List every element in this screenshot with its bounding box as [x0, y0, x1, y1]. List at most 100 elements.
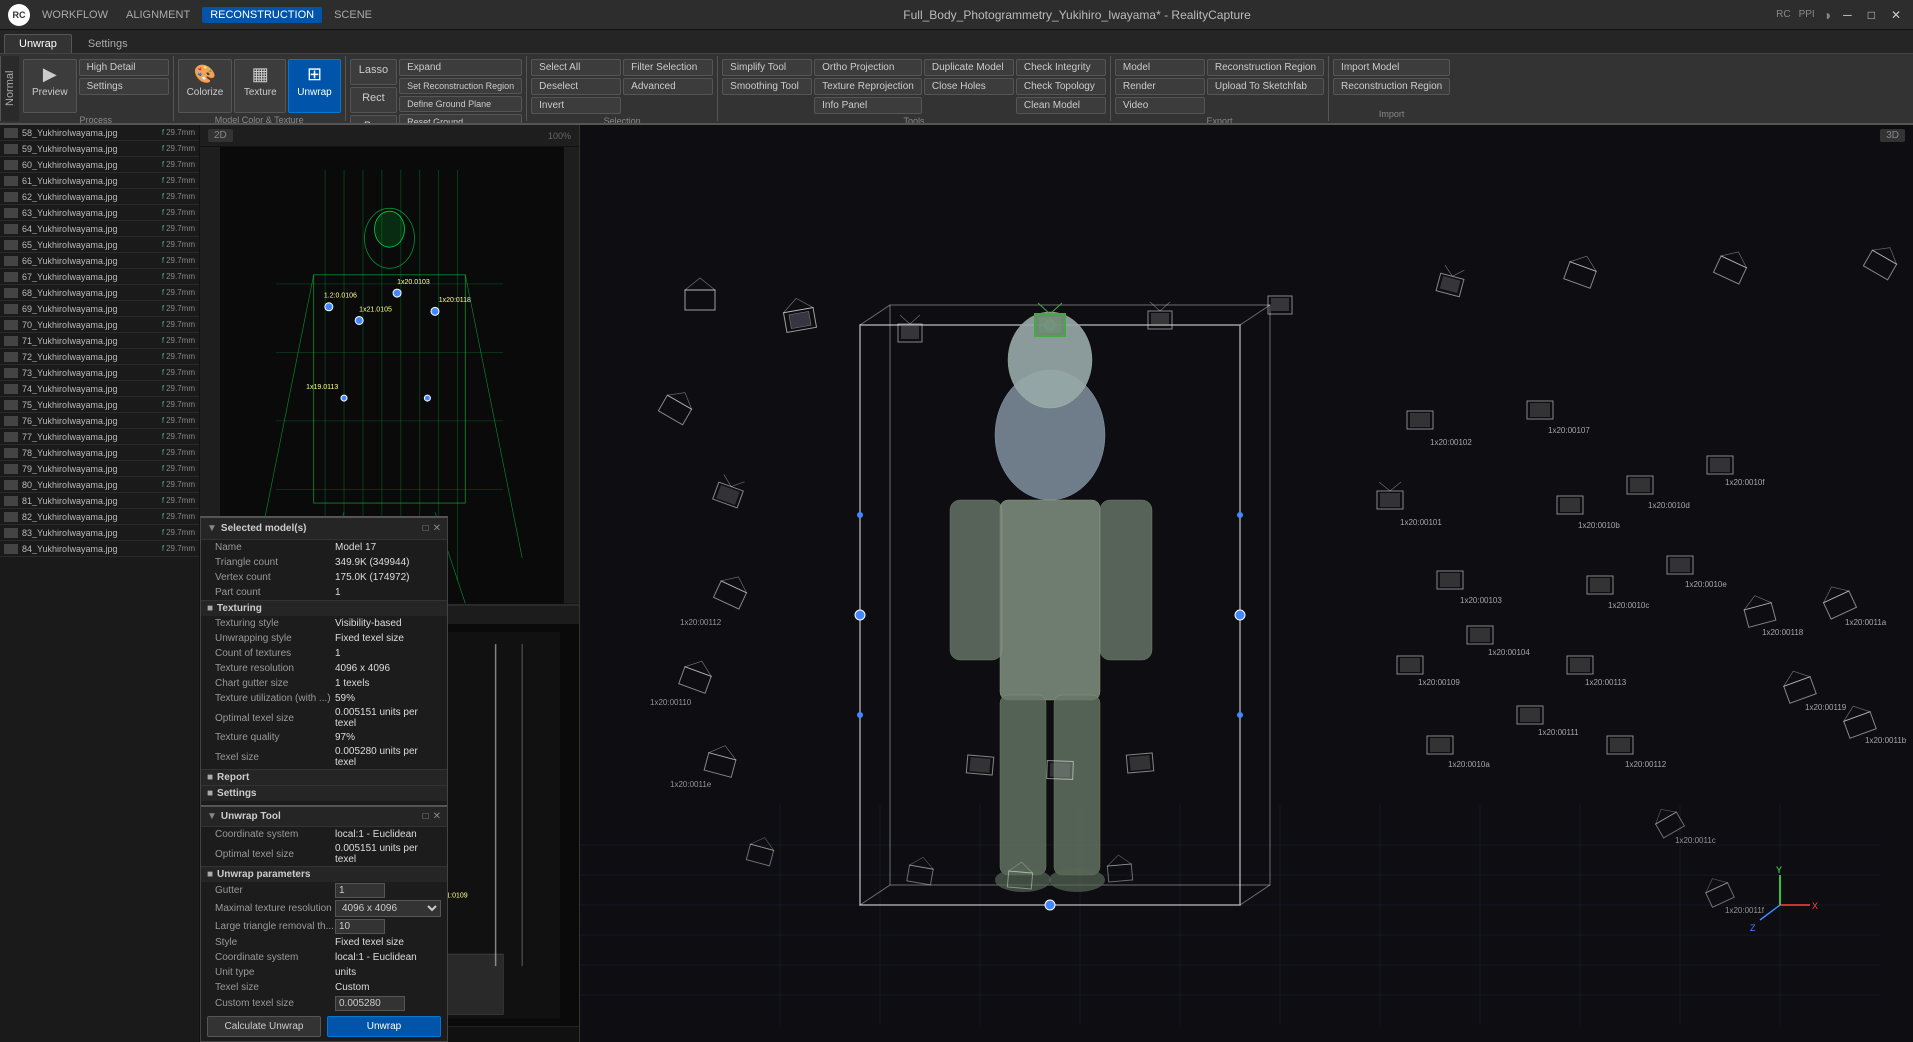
image-list-item[interactable]: 71_YukhiroIwayama.jpg f 29.7mm [0, 333, 199, 349]
expand-button[interactable]: Expand [399, 59, 522, 76]
advanced-button[interactable]: Advanced [623, 78, 713, 95]
menu-reconstruction[interactable]: RECONSTRUCTION [202, 7, 322, 23]
menu-scene[interactable]: SCENE [328, 7, 378, 23]
image-list-item[interactable]: 69_YukhiroIwayama.jpg f 29.7mm [0, 301, 199, 317]
image-list-item[interactable]: 79_YukhiroIwayama.jpg f 29.7mm [0, 461, 199, 477]
calculate-unwrap-button[interactable]: Calculate Unwrap [207, 1016, 321, 1037]
deselect-button[interactable]: Deselect [531, 78, 621, 95]
image-list-item[interactable]: 65_YukhiroIwayama.jpg f 29.7mm [0, 237, 199, 253]
image-list-item[interactable]: 68_YukhiroIwayama.jpg f 29.7mm [0, 285, 199, 301]
settings-button[interactable]: Settings [79, 78, 169, 95]
svg-text:1x20:00109: 1x20:00109 [1418, 678, 1460, 687]
render-button[interactable]: Render [1115, 78, 1205, 95]
image-list-item[interactable]: 81_YukhiroIwayama.jpg f 29.7mm [0, 493, 199, 509]
unwrap-execute-button[interactable]: Unwrap [327, 1016, 441, 1037]
model-button[interactable]: Model [1115, 59, 1205, 76]
reconstruction-region-export-button[interactable]: Reconstruction Region [1207, 59, 1324, 76]
image-list-item[interactable]: 77_YukhiroIwayama.jpg f 29.7mm [0, 429, 199, 445]
preview-button[interactable]: ▶ Preview [23, 59, 77, 113]
upload-sketchfab-button[interactable]: Upload To Sketchfab [1207, 78, 1324, 95]
menu-alignment[interactable]: ALIGNMENT [120, 7, 196, 23]
tools-group: Simplify Tool Smoothing Tool Ortho Proje… [718, 56, 1111, 121]
image-list-item[interactable]: 83_YukhiroIwayama.jpg f 29.7mm [0, 525, 199, 541]
custom-texel-size-input[interactable] [335, 996, 405, 1011]
svg-text:1x20:0011e: 1x20:0011e [670, 780, 712, 789]
image-list-item[interactable]: 60_YukhiroIwayama.jpg f 29.7mm [0, 157, 199, 173]
filter-selection-button[interactable]: Filter Selection [623, 59, 713, 76]
image-list-item[interactable]: 73_YukhiroIwayama.jpg f 29.7mm [0, 365, 199, 381]
settings-section-header[interactable]: ■ Settings [201, 785, 447, 801]
smoothing-tool-button[interactable]: Smoothing Tool [722, 78, 812, 95]
reset-ground-button[interactable]: Reset Ground [399, 114, 522, 123]
colorize-button[interactable]: 🎨 Colorize [178, 59, 233, 113]
define-ground-button[interactable]: Define Ground Plane [399, 96, 522, 112]
image-list-item[interactable]: 61_YukhiroIwayama.jpg f 29.7mm [0, 173, 199, 189]
image-list-item[interactable]: 75_YukhiroIwayama.jpg f 29.7mm [0, 397, 199, 413]
rect-button[interactable]: Rect [350, 87, 397, 113]
menu-workflow[interactable]: WORKFLOW [36, 7, 114, 23]
model-alignment-group: Lasso Rect Box Expand Set Reconstruction… [346, 56, 527, 121]
svg-text:1x20:0010b: 1x20:0010b [1578, 521, 1620, 530]
duplicate-model-button[interactable]: Duplicate Model [924, 59, 1014, 76]
select-all-button[interactable]: Select All [531, 59, 621, 76]
side-panels: ▼ Selected model(s) □ ✕ Name Model 17 Tr… [200, 516, 448, 1042]
info-panel-button[interactable]: Info Panel [814, 97, 922, 114]
view-3d-panel[interactable]: 3D [580, 125, 1913, 1042]
large-triangle-input[interactable] [335, 919, 385, 934]
close-holes-button[interactable]: Close Holes [924, 78, 1014, 95]
unwrap-params-header[interactable]: ■ Unwrap parameters [201, 866, 447, 882]
image-list-item[interactable]: 78_YukhiroIwayama.jpg f 29.7mm [0, 445, 199, 461]
lasso-button[interactable]: Lasso [350, 59, 397, 85]
selection-label: Selection [531, 116, 713, 123]
image-list-item[interactable]: 66_YukhiroIwayama.jpg f 29.7mm [0, 253, 199, 269]
import-group: Import Model Reconstruction Region Impor… [1329, 56, 1454, 121]
set-reconstruction-button[interactable]: Set Reconstruction Region [399, 78, 522, 94]
svg-text:1x20:00107: 1x20:00107 [1548, 426, 1590, 435]
model-panel-restore[interactable]: □ [423, 523, 429, 534]
unwrap-tool-close[interactable]: ✕ [433, 811, 441, 822]
import-model-button[interactable]: Import Model [1333, 59, 1450, 76]
clean-model-button[interactable]: Clean Model [1016, 97, 1106, 114]
svg-text:1x20:0010a: 1x20:0010a [1448, 760, 1490, 769]
image-list-item[interactable]: 76_YukhiroIwayama.jpg f 29.7mm [0, 413, 199, 429]
image-list-item[interactable]: 64_YukhiroIwayama.jpg f 29.7mm [0, 221, 199, 237]
check-integrity-button[interactable]: Check Integrity [1016, 59, 1106, 76]
texture-reprojection-button[interactable]: Texture Reprojection [814, 78, 922, 95]
texture-resolution-select[interactable]: 4096 x 4096 [335, 900, 441, 917]
tab-unwrap[interactable]: Unwrap [4, 34, 72, 53]
unwrap-tool-title: Unwrap Tool [221, 811, 281, 822]
model-panel-close[interactable]: ✕ [433, 523, 441, 534]
maximize-button[interactable]: □ [1864, 8, 1879, 22]
unwrap-tool-restore[interactable]: □ [423, 811, 429, 822]
image-list-item[interactable]: 84_YukhiroIwayama.jpg f 29.7mm [0, 541, 199, 557]
high-detail-button[interactable]: High Detail [79, 59, 169, 76]
image-list-item[interactable]: 67_YukhiroIwayama.jpg f 29.7mm [0, 269, 199, 285]
gutter-input[interactable] [335, 883, 385, 898]
unwrap-button[interactable]: ⊞ Unwrap [288, 59, 340, 113]
simplify-tool-button[interactable]: Simplify Tool [722, 59, 812, 76]
image-list-item[interactable]: 70_YukhiroIwayama.jpg f 29.7mm [0, 317, 199, 333]
close-button[interactable]: ✕ [1887, 8, 1905, 22]
image-list-item[interactable]: 72_YukhiroIwayama.jpg f 29.7mm [0, 349, 199, 365]
minimize-button[interactable]: ─ [1839, 8, 1856, 22]
image-list-item[interactable]: 74_YukhiroIwayama.jpg f 29.7mm [0, 381, 199, 397]
model-color-texture-label: Model Color & Texture [178, 115, 341, 123]
svg-text:1x20:0010e: 1x20:0010e [1685, 580, 1727, 589]
box-button[interactable]: Box [350, 115, 397, 123]
report-section-header[interactable]: ■ Report [201, 769, 447, 785]
texture-button[interactable]: ▦ Texture [234, 59, 286, 113]
check-topology-button[interactable]: Check Topology [1016, 78, 1106, 95]
image-list-item[interactable]: 58_YukhiroIwayama.jpg f 29.7mm [0, 125, 199, 141]
image-list-item[interactable]: 80_YukhiroIwayama.jpg f 29.7mm [0, 477, 199, 493]
texturing-section-header[interactable]: ■ Texturing [201, 600, 447, 616]
reconstruction-region-import-button[interactable]: Reconstruction Region [1333, 78, 1450, 95]
ortho-projection-button[interactable]: Ortho Projection [814, 59, 922, 76]
theme-toggle[interactable]: ◑ [1823, 7, 1831, 23]
image-list-item[interactable]: 63_YukhiroIwayama.jpg f 29.7mm [0, 205, 199, 221]
tab-settings[interactable]: Settings [74, 35, 142, 53]
image-list-item[interactable]: 59_YukhiroIwayama.jpg f 29.7mm [0, 141, 199, 157]
image-list-item[interactable]: 82_YukhiroIwayama.jpg f 29.7mm [0, 509, 199, 525]
image-list-item[interactable]: 62_YukhiroIwayama.jpg f 29.7mm [0, 189, 199, 205]
video-button[interactable]: Video [1115, 97, 1205, 114]
invert-button[interactable]: Invert [531, 97, 621, 114]
